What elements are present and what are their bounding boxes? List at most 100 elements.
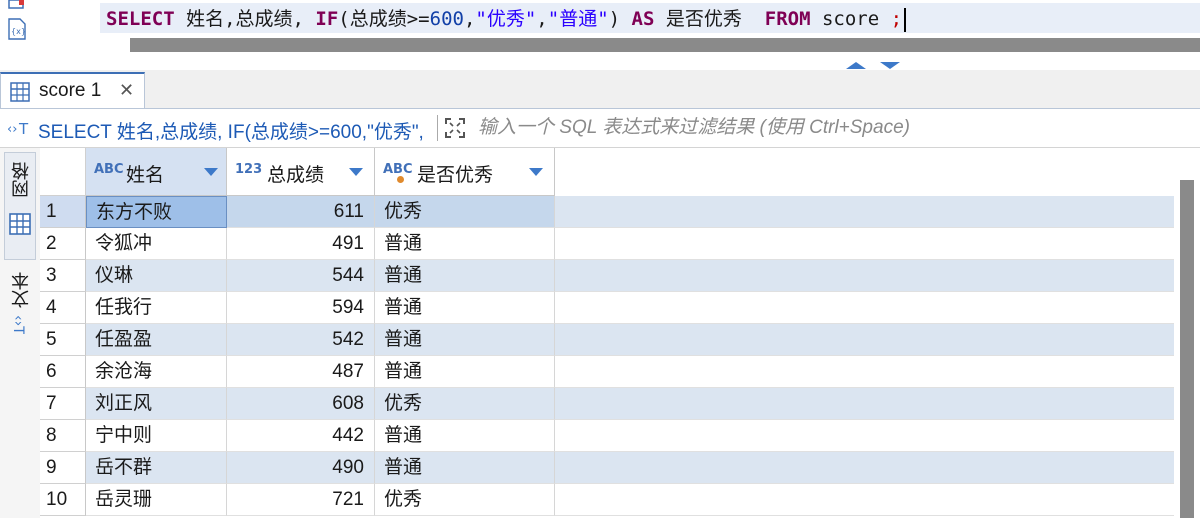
cell-score[interactable]: 490 [227,452,375,484]
sql-columns: 姓名,总成绩, [174,8,316,30]
text-type-icon: ABC [94,162,124,177]
row-filler [555,420,1174,452]
cell-name[interactable]: 岳灵珊 [86,484,227,516]
column-header-name[interactable]: ABC 姓名 [86,148,227,196]
cell-name[interactable]: 仪琳 [86,260,227,292]
row-filler [555,292,1174,324]
cell-score[interactable]: 442 [227,420,375,452]
chevron-down-icon[interactable] [349,168,363,176]
cell-score[interactable]: 487 [227,356,375,388]
table-row[interactable]: 5 任盈盈 542 普通 [40,324,1174,356]
panel-toggle-arrows-icon[interactable] [846,60,906,70]
row-filler [555,324,1174,356]
grid-icon [9,213,31,235]
table-row[interactable]: 9 岳不群 490 普通 [40,452,1174,484]
computed-column-icon [397,176,404,183]
table-row[interactable]: 7 刘正风 608 优秀 [40,388,1174,420]
row-filler [555,452,1174,484]
table-row[interactable]: 1 东方不败 611 优秀 [40,196,1174,228]
text-caret [904,7,907,32]
table-row[interactable]: 2 令狐冲 491 普通 [40,228,1174,260]
number-type-icon: 123 [235,162,263,177]
sql-keyword-if: IF [315,8,339,30]
row-filler [555,484,1174,516]
cell-name[interactable]: 令狐冲 [86,228,227,260]
row-number[interactable]: 1 [40,196,86,228]
divider [437,115,438,141]
row-number[interactable]: 10 [40,484,86,516]
table-row[interactable]: 10 岳灵珊 721 优秀 [40,484,1174,516]
cell-score[interactable]: 594 [227,292,375,324]
svg-text:‹›T: ‹›T [10,315,26,334]
sql-condition: (总成绩>= [338,8,430,30]
sql-alias: 是否优秀 [654,8,765,30]
row-filler [555,228,1174,260]
tab-score-1[interactable]: score 1 ✕ [0,72,145,108]
text-view-label[interactable]: 文本 [8,272,34,308]
svg-text:‹›: ‹› [7,122,17,137]
cell-excellent[interactable]: 优秀 [375,388,555,420]
row-number[interactable]: 9 [40,452,86,484]
table-row[interactable]: 3 仪琳 544 普通 [40,260,1174,292]
cell-name[interactable]: 刘正风 [86,388,227,420]
cell-score[interactable]: 542 [227,324,375,356]
cell-name[interactable]: 任我行 [86,292,227,324]
cell-score[interactable]: 611 [227,196,375,228]
cell-excellent[interactable]: 普通 [375,356,555,388]
cell-excellent[interactable]: 普通 [375,420,555,452]
cell-excellent[interactable]: 优秀 [375,484,555,516]
cell-name[interactable]: 任盈盈 [86,324,227,356]
column-header-excellent[interactable]: ABC 是否优秀 [375,148,555,196]
table-row[interactable]: 8 宁中则 442 普通 [40,420,1174,452]
sql-number: 600 [429,8,464,30]
table-row[interactable]: 6 余沧海 487 普通 [40,356,1174,388]
row-number[interactable]: 5 [40,324,86,356]
filter-query-preview[interactable]: SELECT 姓名,总成绩, IF(总成绩>=600,"优秀", [38,117,434,144]
row-number[interactable]: 8 [40,420,86,452]
sql-string-good: "优秀" [475,8,537,30]
cell-score[interactable]: 544 [227,260,375,292]
cell-excellent[interactable]: 普通 [375,452,555,484]
table-row[interactable]: 4 任我行 594 普通 [40,292,1174,324]
cell-score[interactable]: 608 [227,388,375,420]
svg-text:{x}: {x} [11,27,26,36]
sql-query-text[interactable]: SELECT 姓名,总成绩, IF(总成绩>=600,"优秀","普通") AS… [106,5,907,33]
result-grid[interactable]: ABC 姓名 123 总成绩 ABC 是否优秀 1 东方不败 611 优秀 2 … [40,148,1174,518]
editor-horizontal-scrollbar[interactable] [130,38,1200,52]
cell-name[interactable]: 东方不败 [86,196,227,228]
grid-vertical-scrollbar[interactable] [1180,180,1194,518]
cell-excellent[interactable]: 普通 [375,228,555,260]
sql-table: score [810,8,891,30]
table-icon [10,82,30,102]
cell-excellent[interactable]: 优秀 [375,196,555,228]
chevron-down-icon[interactable] [529,168,543,176]
cell-name[interactable]: 宁中则 [86,420,227,452]
variables-icon[interactable]: {x} [7,18,27,40]
row-number[interactable]: 7 [40,388,86,420]
cell-score[interactable]: 721 [227,484,375,516]
filter-expression-input[interactable] [478,115,1178,141]
chevron-down-icon[interactable] [204,168,218,176]
grid-view-label[interactable]: 网格 [8,162,34,198]
row-number[interactable]: 3 [40,260,86,292]
grid-corner[interactable] [40,148,86,196]
column-label: 总成绩 [267,165,325,186]
sql-semicolon: ; [890,8,903,30]
cell-name[interactable]: 余沧海 [86,356,227,388]
close-icon[interactable]: ✕ [119,80,134,101]
row-filler [555,260,1174,292]
column-label: 是否优秀 [417,165,494,186]
cell-excellent[interactable]: 普通 [375,324,555,356]
cell-score[interactable]: 491 [227,228,375,260]
row-number[interactable]: 6 [40,356,86,388]
expand-icon[interactable] [444,117,466,139]
cell-name[interactable]: 岳不群 [86,452,227,484]
text-view-icon[interactable]: ‹›T [9,312,29,334]
row-number[interactable]: 2 [40,228,86,260]
sql-editor[interactable]: {x} SELECT 姓名,总成绩, IF(总成绩>=600,"优秀","普通"… [0,0,1200,69]
sql-keyword-select: SELECT [106,8,175,30]
cell-excellent[interactable]: 普通 [375,260,555,292]
cell-excellent[interactable]: 普通 [375,292,555,324]
column-header-score[interactable]: 123 总成绩 [227,148,375,196]
row-number[interactable]: 4 [40,292,86,324]
